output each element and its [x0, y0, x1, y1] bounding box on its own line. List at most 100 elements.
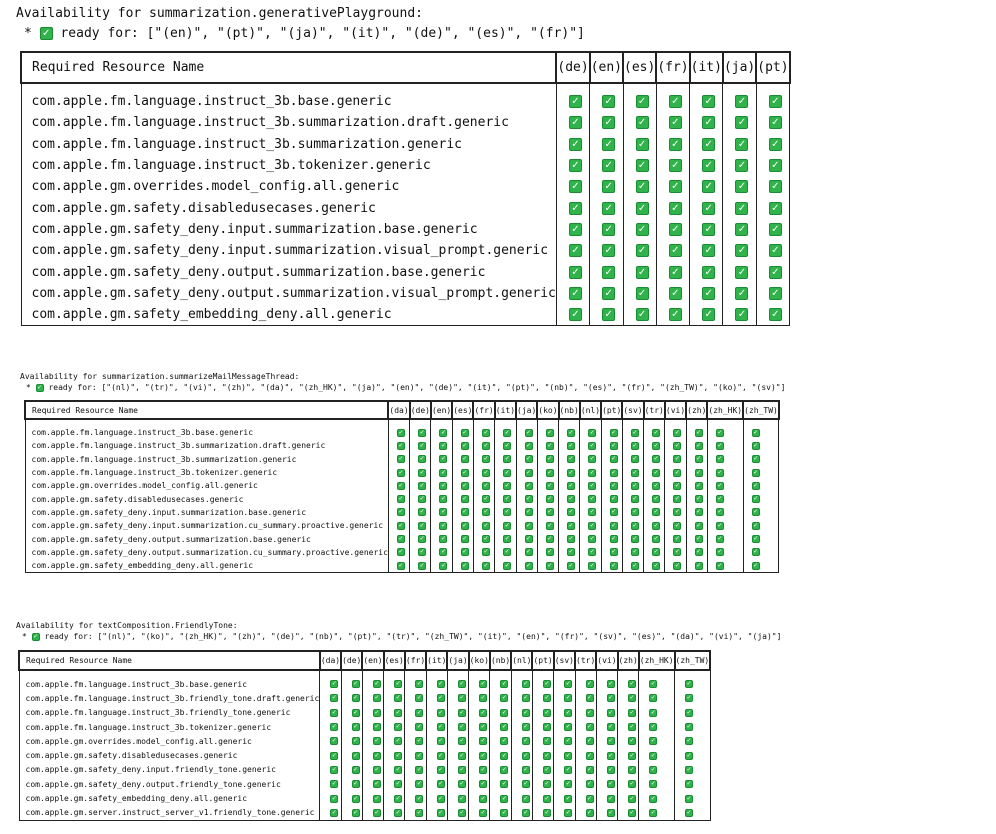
availability-cell: ✓	[516, 519, 538, 533]
availability-cell: ✓	[430, 439, 453, 453]
check-icon: ✓	[567, 428, 576, 437]
availability-cell: ✓	[473, 532, 496, 546]
check-icon: ✓	[503, 441, 512, 450]
resource-name-cell: com.apple.gm.safety.disabledusecases.gen…	[24, 492, 389, 506]
availability-cell: ✓	[674, 805, 711, 821]
check-icon: ✓	[630, 481, 639, 490]
check-icon: ✓	[394, 751, 403, 760]
availability-cell: ✓	[511, 670, 533, 692]
availability-cell: ✓	[447, 719, 470, 735]
availability-cell: ✓	[743, 465, 780, 480]
availability-cell: ✓	[643, 558, 666, 574]
check-icon: ✓	[479, 751, 488, 760]
check-icon: ✓	[503, 481, 512, 490]
check-icon: ✓	[567, 561, 576, 570]
availability-cell: ✓	[516, 479, 538, 493]
availability-cell: ✓	[575, 705, 597, 720]
check-icon: ✓	[568, 308, 582, 322]
check-icon: ✓	[751, 521, 760, 530]
availability-cell: ✓	[643, 419, 666, 440]
availability-cell: ✓	[558, 505, 581, 520]
availability-cell: ✓	[341, 691, 363, 706]
availability-cell: ✓	[553, 691, 576, 706]
check-icon: ✓	[668, 137, 682, 151]
availability-cell: ✓	[511, 805, 533, 821]
column-header-language: (it)	[425, 650, 449, 671]
availability-cell: ✓	[622, 452, 645, 466]
availability-cell: ✓	[638, 691, 676, 706]
check-icon: ✓	[668, 308, 682, 322]
table-row: com.apple.gm.safety_deny.output.friendly…	[18, 777, 711, 792]
check-icon: ✓	[652, 455, 661, 464]
table-row: com.apple.gm.safety.disabledusecases.gen…	[18, 748, 711, 763]
column-header-language: (vi)	[595, 650, 619, 671]
check-icon: ✓	[479, 723, 488, 732]
table-row: com.apple.fm.language.instruct_3b.base.g…	[20, 83, 791, 113]
availability-cell: ✓	[579, 452, 602, 466]
availability-cell: ✓	[601, 419, 623, 440]
availability-cell: ✓	[556, 154, 591, 177]
check-icon: ✓	[768, 265, 782, 279]
availability-cell: ✓	[556, 261, 591, 283]
check-icon: ✓	[602, 159, 616, 173]
check-icon: ✓	[606, 794, 615, 803]
check-icon: ✓	[460, 521, 469, 530]
check-icon: ✓	[606, 708, 615, 717]
check-icon: ✓	[602, 201, 616, 215]
column-header-language: (sv)	[621, 400, 645, 420]
resource-name-cell: com.apple.fm.language.instruct_3b.base.g…	[20, 83, 557, 113]
check-icon: ✓	[479, 737, 488, 746]
check-icon: ✓	[602, 116, 616, 130]
check-icon: ✓	[606, 694, 615, 703]
availability-cell: ✓	[430, 519, 453, 533]
table-row: com.apple.gm.overrides.model_config.all.…	[20, 176, 791, 198]
availability-cell: ✓	[494, 558, 517, 574]
availability-cell: ✓	[447, 705, 470, 720]
check-icon: ✓	[649, 780, 658, 789]
check-icon: ✓	[715, 561, 724, 570]
check-icon: ✓	[602, 137, 616, 151]
column-header-language: (fr)	[472, 400, 496, 420]
availability-cell: ✓	[489, 719, 512, 735]
availability-cell: ✓	[388, 545, 411, 559]
check-icon: ✓	[479, 780, 488, 789]
availability-cell: ✓	[756, 176, 791, 198]
availability-cell: ✓	[489, 791, 512, 806]
resource-name-cell: com.apple.fm.language.instruct_3b.base.g…	[24, 419, 389, 440]
availability-cell: ✓	[489, 705, 512, 720]
availability-cell: ✓	[468, 719, 491, 735]
check-icon: ✓	[439, 428, 448, 437]
resource-name-cell: com.apple.gm.safety_deny.input.summariza…	[24, 519, 389, 533]
availability-cell: ✓	[383, 705, 406, 720]
check-icon: ✓	[628, 780, 637, 789]
check-icon: ✓	[396, 561, 405, 570]
check-icon: ✓	[436, 694, 445, 703]
availability-cell: ✓	[404, 670, 427, 692]
resource-name-cell: com.apple.gm.safety_deny.output.summariz…	[24, 545, 389, 559]
check-icon: ✓	[521, 751, 530, 760]
check-icon: ✓	[635, 308, 649, 322]
availability-cell: ✓	[516, 465, 538, 480]
availability-cell: ✓	[553, 705, 576, 720]
check-icon: ✓	[702, 286, 716, 300]
availability-cell: ✓	[579, 465, 602, 480]
availability-cell: ✓	[596, 691, 619, 706]
check-icon: ✓	[460, 455, 469, 464]
availability-cell: ✓	[341, 705, 363, 720]
availability-cell: ✓	[579, 505, 602, 520]
check-icon: ✓	[673, 468, 682, 477]
availability-cell: ✓	[558, 452, 581, 466]
check-icon: ✓	[415, 680, 424, 689]
availability-cell: ✓	[707, 505, 744, 520]
check-icon: ✓	[503, 521, 512, 530]
availability-cell: ✓	[707, 439, 744, 453]
availability-cell: ✓	[722, 176, 757, 198]
check-icon: ✓	[602, 95, 616, 109]
availability-cell: ✓	[756, 240, 791, 262]
column-header-language: (sv)	[552, 650, 577, 671]
availability-cell: ✓	[341, 805, 363, 821]
availability-cell: ✓	[558, 492, 581, 506]
check-icon: ✓	[751, 508, 760, 517]
availability-cell: ✓	[596, 762, 619, 778]
availability-cell: ✓	[622, 505, 645, 520]
